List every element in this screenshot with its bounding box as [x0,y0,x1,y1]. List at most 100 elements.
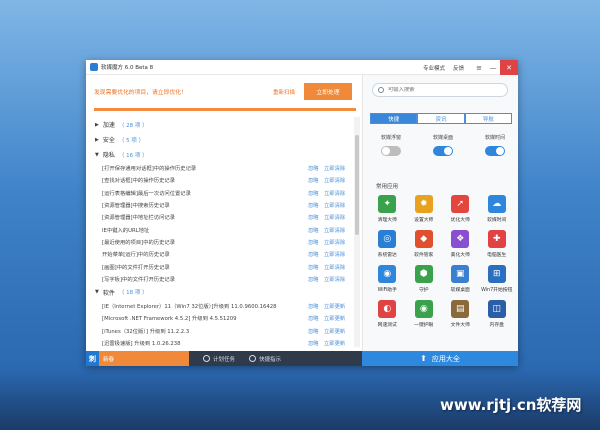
process-now-button[interactable]: 立即处理 [304,83,352,100]
app-tile[interactable]: ➚ 优化大师 [442,195,479,230]
ignore-link[interactable]: 忽略 [308,238,319,246]
scrollbar[interactable] [354,117,360,347]
app-tile[interactable]: ◉ 一键护眼 [406,300,443,335]
wifi-icon: ◉ [378,265,397,283]
start-button-icon: ⊞ [487,265,506,283]
app-tile[interactable]: ✦ 清理大师 [369,195,406,230]
app-label: 文件大师 [450,323,470,328]
list-item-text: [迅雷极速版] 升级到 1.0.26.238 [102,341,181,347]
close-icon[interactable]: ✕ [500,60,518,75]
toggle-switch[interactable] [381,146,401,156]
action-link[interactable]: 立即更新 [324,314,345,322]
desktop-icon: ▣ [451,265,470,283]
list-item-text: [最近使用的项目]中的历史记录 [102,239,175,246]
tab-news[interactable]: 资讯 [417,113,465,124]
ignore-link[interactable]: 忽略 [308,213,319,221]
tree-section-count: （ 28 项 ） [118,122,148,129]
app-tile[interactable]: ▣ 软媒桌面 [442,265,479,300]
quick-guide-button[interactable]: 快捷指示 [249,355,281,363]
clock-icon [203,355,210,362]
tree-section[interactable]: ▼ 隐私（ 16 项 ） [86,147,354,162]
action-link[interactable]: 立即清除 [324,275,345,283]
app-tile[interactable]: ✹ 设置大师 [406,195,443,230]
app-tile[interactable]: ◎ 系统雷达 [369,230,406,265]
tree-section[interactable]: ▶ 加速（ 28 项 ） [86,117,354,132]
scheduled-tasks-button[interactable]: 计划任务 [203,355,235,363]
file-icon: ▤ [451,300,470,318]
app-label: 设置大师 [414,218,434,223]
medical-kit-icon: ✚ [487,230,506,248]
ignore-link[interactable]: 忽略 [308,339,319,347]
tree-section-label: 隐私 [102,152,115,159]
action-link[interactable]: 立即更新 [324,327,345,335]
pro-mode-link[interactable]: 专业模式 [423,64,445,72]
apps-all-button[interactable]: ⬆ 应用大全 [362,351,518,366]
toggle-knob [496,147,504,155]
tab-shortcuts[interactable]: 快捷 [370,113,418,124]
ignore-link[interactable]: 忽略 [308,263,319,271]
tree-section-count: （ 5 项 ） [118,137,145,144]
brand-label[interactable]: 新春 [99,351,189,366]
software-manager-icon: ◆ [414,230,433,248]
action-link[interactable]: 立即清除 [324,164,345,172]
app-tile[interactable]: ◫ 内存盘 [479,300,516,335]
app-tile[interactable]: ▤ 文件大师 [442,300,479,335]
action-link[interactable]: 立即清除 [324,250,345,258]
ignore-link[interactable]: 忽略 [308,250,319,258]
app-tile[interactable]: ◆ 软件管家 [406,230,443,265]
rescan-link[interactable]: 重新扫描 [273,88,295,96]
toggle-switch[interactable] [433,146,453,156]
ignore-link[interactable]: 忽略 [308,164,319,172]
tree-section[interactable]: ▶ 安全（ 5 项 ） [86,132,354,147]
right-panel: 快捷 资讯 导航 软媒浮窗软媒桌面软媒时间 常用应用 ✦清理大师✹设置大师➚优化… [362,75,518,351]
list-item-text: [IE（Internet Explorer）11（Win7 32位版）]升级到 … [102,304,277,311]
feedback-link[interactable]: 反馈 [453,64,464,72]
list-item: [迅雷极速版] 升级到 1.0.26.238 忽略 立即更新 [86,337,354,349]
action-link[interactable]: 立即更新 [324,302,345,310]
list-item: [查找对话框]中的操作历史记录 忽略 立即清除 [86,174,354,186]
rocket-icon: ➚ [451,195,470,213]
ignore-link[interactable]: 忽略 [308,314,319,322]
ignore-link[interactable]: 忽略 [308,189,319,197]
app-tile[interactable]: ◉ WiFi助手 [369,265,406,300]
action-link[interactable]: 立即清除 [324,238,345,246]
tree-section-count: （ 16 项 ） [118,152,148,159]
menu-icon[interactable]: ≡ [472,60,486,75]
app-tile[interactable]: ❖ 美化大师 [442,230,479,265]
gear-icon: ✹ [414,195,433,213]
search-box[interactable] [372,83,508,97]
list-item: [打开保存通用对话框]中的操作历史记录 忽略 立即清除 [86,162,354,174]
tree-section-label: 加速 [102,122,115,129]
action-link[interactable]: 立即清除 [324,213,345,221]
scroll-thumb[interactable] [355,135,359,235]
list-item: IE中键入的URL地址 忽略 立即清除 [86,223,354,235]
app-tile[interactable]: ⊞ Win7开始按钮 [479,265,516,300]
action-link[interactable]: 立即清除 [324,176,345,184]
ignore-link[interactable]: 忽略 [308,327,319,335]
list-item: [最近使用的项目]中的历史记录 忽略 立即清除 [86,236,354,248]
action-link[interactable]: 立即清除 [324,189,345,197]
toggle-item: 软媒浮窗 [377,134,405,156]
minimize-icon[interactable]: — [486,60,500,75]
app-tile[interactable]: ⬢ 守护 [406,265,443,300]
app-tile[interactable]: ◐ 网速测试 [369,300,406,335]
app-tile[interactable]: ☁ 软媒时间 [479,195,516,230]
ignore-link[interactable]: 忽略 [308,226,319,234]
brand-icon[interactable]: 刺 [86,351,99,366]
action-link[interactable]: 立即更新 [324,339,345,347]
app-tile[interactable]: ✚ 电脑医生 [479,230,516,265]
action-link[interactable]: 立即清除 [324,201,345,209]
app-grid: ✦ 清理大师 ✹ 设置大师 ➚ 优化大师 ☁ 软媒时间 ◎ 系统雷达 ◆ 软件管家 ❖ 美化大师 ✚ 电脑医生… [369,195,515,335]
app-label: Win7开始按钮 [481,288,513,293]
ignore-link[interactable]: 忽略 [308,275,319,283]
action-link[interactable]: 立即清除 [324,263,345,271]
tab-navigation[interactable]: 导航 [464,113,512,124]
search-input[interactable] [388,87,498,93]
toggle-switch[interactable] [485,146,505,156]
ignore-link[interactable]: 忽略 [308,302,319,310]
tree-section[interactable]: ▼ 软件（ 18 项 ） [86,285,354,300]
app-label: 清理大师 [377,218,397,223]
action-link[interactable]: 立即清除 [324,226,345,234]
ignore-link[interactable]: 忽略 [308,201,319,209]
ignore-link[interactable]: 忽略 [308,176,319,184]
